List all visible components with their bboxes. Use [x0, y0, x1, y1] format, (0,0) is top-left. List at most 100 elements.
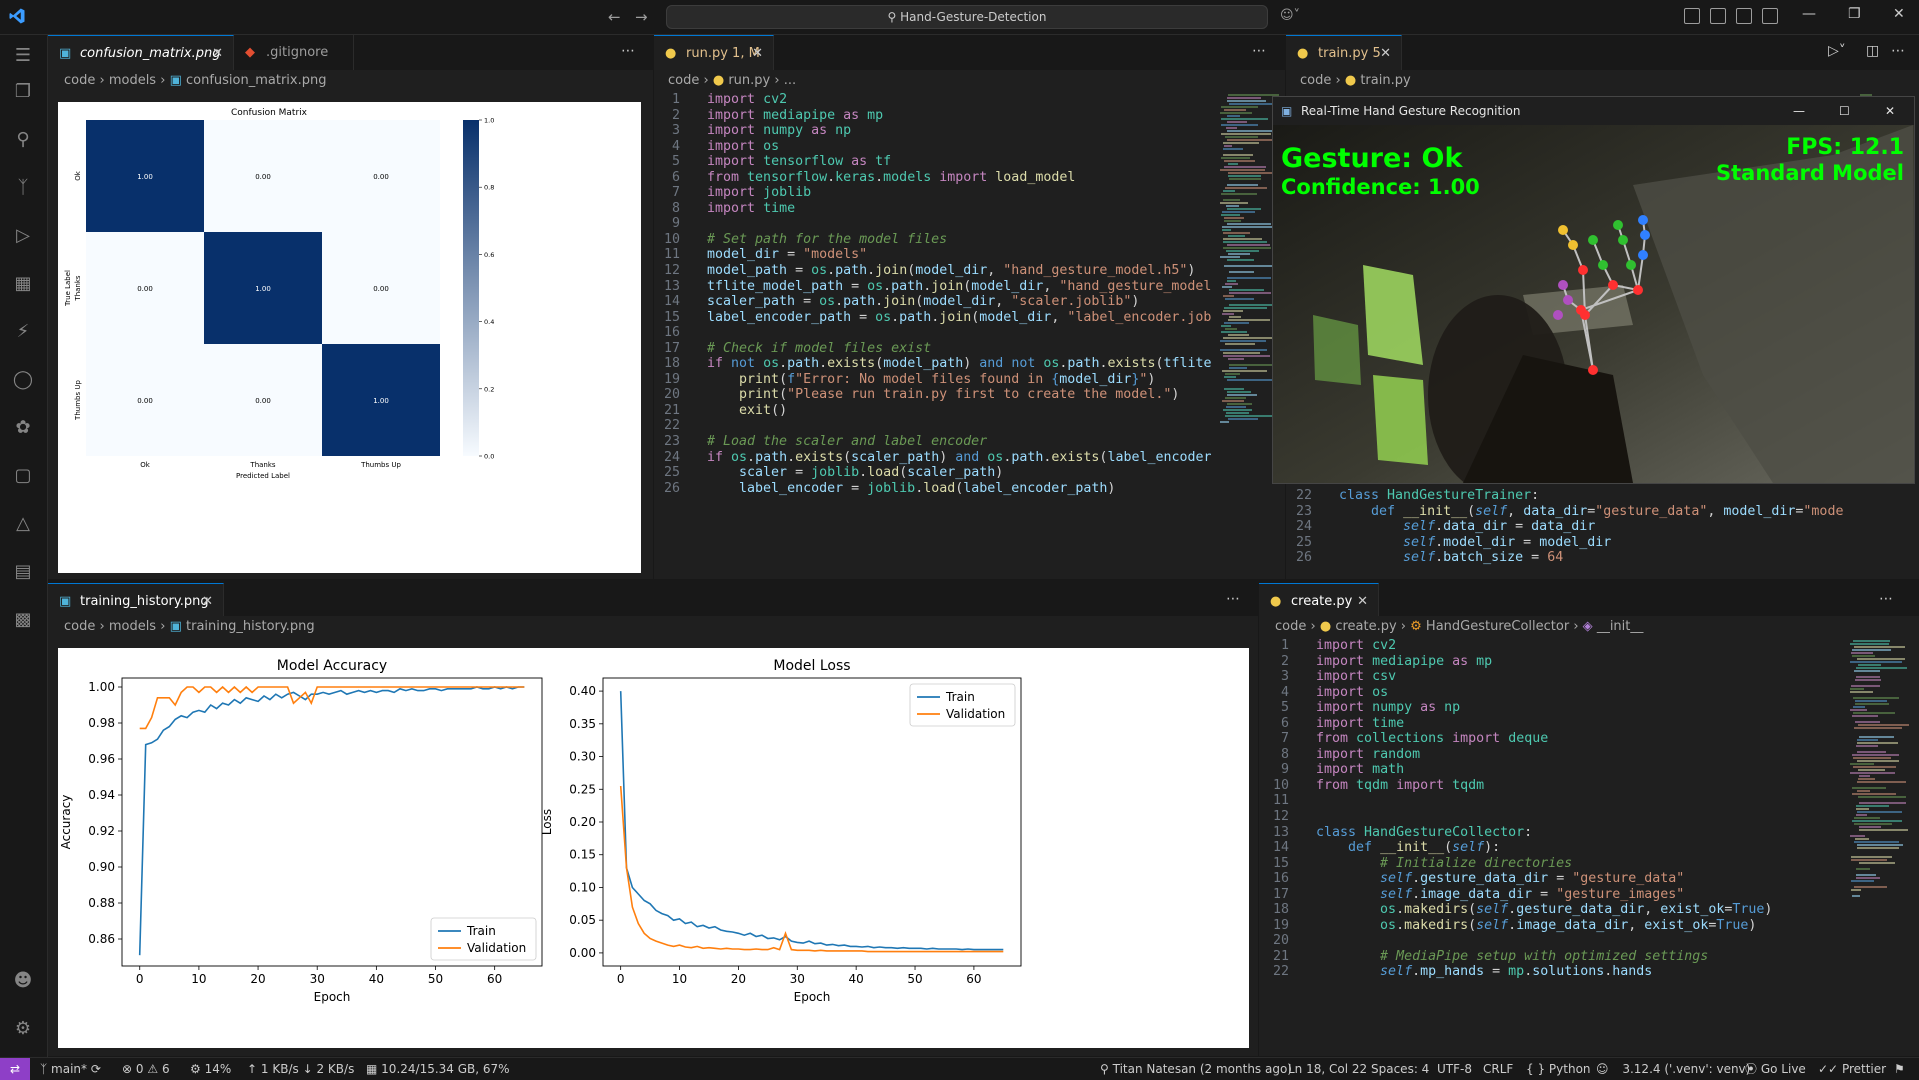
breadcrumb-item[interactable]: __init__ [1597, 619, 1644, 634]
source-control-icon[interactable]: ᛉ [12, 177, 34, 199]
code-line[interactable]: 1 import cv2 [654, 92, 1214, 108]
code-line[interactable]: 16 [654, 325, 1214, 341]
code-line[interactable]: 19 os.makedirs(self.image_data_dir, exis… [1259, 918, 1839, 934]
edge-icon[interactable]: ◯ [12, 369, 34, 391]
code-line[interactable]: 17 # Check if model files exist [654, 341, 1214, 357]
code-line[interactable]: 5 import tensorflow as tf [654, 154, 1214, 170]
close-tab-icon[interactable]: ✕ [752, 36, 763, 71]
breadcrumb-item[interactable]: run.py [728, 73, 770, 88]
close-window-icon[interactable]: ✕ [1885, 97, 1895, 125]
close-tab-icon[interactable]: ✕ [202, 584, 213, 619]
breadcrumb-item[interactable]: confusion_matrix.png [186, 73, 327, 88]
code-line[interactable]: 25 scaler = joblib.load(scaler_path) [654, 465, 1214, 481]
code-line[interactable]: 6 import time [1259, 716, 1839, 732]
tab-run-py[interactable]: ● run.py 1, M ✕ [654, 35, 774, 70]
close-tab-icon[interactable]: ✕ [212, 36, 223, 71]
code-area[interactable]: 1 import cv2 2 import mediapipe as mp 3 impor… [1259, 638, 1839, 1056]
code-line[interactable]: 9 [654, 216, 1214, 232]
split-editor-icon[interactable]: ◫ [1866, 43, 1879, 59]
code-line[interactable]: 5 import numpy as np [1259, 700, 1839, 716]
more-actions-icon[interactable]: ⋯ [1226, 591, 1240, 607]
code-line[interactable]: 14 scaler_path = os.path.join(model_dir, … [654, 294, 1214, 310]
maximize-window-icon[interactable]: ☐ [1839, 97, 1850, 125]
create-editor[interactable]: 1 import cv2 2 import mediapipe as mp 3 impor… [1259, 638, 1919, 1056]
copilot-icon[interactable]: ☺˅ [1280, 8, 1300, 23]
testing-flask-icon[interactable]: △ [12, 513, 34, 535]
breadcrumb-item[interactable]: train.py [1360, 73, 1410, 88]
code-line[interactable]: 13 class HandGestureCollector: [1259, 825, 1839, 841]
cursor-position[interactable]: Ln 18, Col 22 [1288, 1058, 1367, 1080]
restore-window-icon[interactable]: ❐ [1848, 6, 1861, 22]
code-line[interactable]: 15 # Initialize directories [1259, 856, 1839, 872]
problems-status[interactable]: ⊗ 0 ⚠ 6 [122, 1058, 170, 1080]
golive-status[interactable]: ⦿ Go Live [1745, 1058, 1806, 1080]
breadcrumb-item[interactable]: code [1300, 73, 1331, 88]
code-line[interactable]: 18 if not os.path.exists(model_path) and … [654, 356, 1214, 372]
network-status[interactable]: ↑ 1 KB/s ↓ 2 KB/s [247, 1058, 354, 1080]
breadcrumb-item[interactable]: models [109, 619, 156, 634]
code-line[interactable]: 22 [654, 418, 1214, 434]
breadcrumb-item[interactable]: code [668, 73, 699, 88]
interpreter-status[interactable]: ☺ 3.12.4 ('.venv': venv) [1596, 1058, 1750, 1080]
code-line[interactable]: 3 import csv [1259, 669, 1839, 685]
minimize-window-icon[interactable]: — [1793, 97, 1805, 125]
breadcrumb-item[interactable]: models [109, 73, 156, 88]
run-debug-icon[interactable]: ▷ [12, 225, 34, 247]
code-line[interactable]: 24 self.data_dir = data_dir [1286, 519, 1846, 535]
camera-window[interactable]: ▣ Real-Time Hand Gesture Recognition — ☐… [1272, 96, 1915, 484]
code-line[interactable]: 14 def __init__(self): [1259, 840, 1839, 856]
camera-window-title-bar[interactable]: ▣ Real-Time Hand Gesture Recognition — ☐… [1273, 97, 1914, 125]
breadcrumb-item[interactable]: ... [784, 73, 796, 88]
close-tab-icon[interactable]: ✕ [1357, 584, 1368, 619]
code-line[interactable]: 15 label_encoder_path = os.path.join(mode… [654, 310, 1214, 326]
code-area[interactable]: 1 import cv2 2 import mediapipe as mp 3 impor… [654, 92, 1214, 579]
code-line[interactable]: 21 # MediaPipe setup with optimized sett… [1259, 949, 1839, 965]
close-window-icon[interactable]: ✕ [1893, 6, 1905, 22]
close-tab-icon[interactable]: ✕ [1380, 36, 1391, 71]
code-line[interactable]: 10 from tqdm import tqdm [1259, 778, 1839, 794]
code-line[interactable]: 12 model_path = os.path.join(model_dir, "… [654, 263, 1214, 279]
code-line[interactable]: 20 [1259, 933, 1839, 949]
menu-icon[interactable]: ☰ [12, 45, 34, 67]
code-line[interactable]: 7 import joblib [654, 185, 1214, 201]
code-line[interactable]: 23 def __init__(self, data_dir="gesture_… [1286, 504, 1846, 520]
more-actions-icon[interactable]: ⋯ [621, 43, 635, 59]
toggle-panel-icon[interactable] [1736, 8, 1752, 24]
code-area[interactable]: 22 class HandGestureTrainer: 23 def __init… [1286, 488, 1846, 579]
encoding-status[interactable]: UTF-8 [1437, 1058, 1472, 1080]
git-blame-status[interactable]: ⚲ Titan Natesan (2 months ago) [1100, 1058, 1292, 1080]
mongodb-leaf-icon[interactable]: ✿ [12, 417, 34, 439]
more-actions-icon[interactable]: ⋯ [1252, 43, 1266, 59]
extensions-icon[interactable]: ▦ [12, 273, 34, 295]
code-line[interactable]: 21 exit() [654, 403, 1214, 419]
code-line[interactable]: 4 import os [1259, 685, 1839, 701]
code-line[interactable]: 13 tflite_model_path = os.path.join(model… [654, 279, 1214, 295]
code-line[interactable]: 2 import mediapipe as mp [654, 108, 1214, 124]
indentation-status[interactable]: Spaces: 4 [1371, 1058, 1429, 1080]
code-line[interactable]: 26 label_encoder = joblib.load(label_enc… [654, 481, 1214, 497]
code-line[interactable]: 18 os.makedirs(self.gesture_data_dir, ex… [1259, 902, 1839, 918]
remote-indicator-icon[interactable]: ⇄ [0, 1058, 30, 1080]
forward-arrow-icon[interactable]: → [635, 8, 648, 26]
code-line[interactable]: 4 import os [654, 139, 1214, 155]
code-line[interactable]: 26 self.batch_size = 64 [1286, 550, 1846, 566]
code-line[interactable]: 23 # Load the scaler and label encoder [654, 434, 1214, 450]
code-line[interactable]: 19 print(f"Error: No model files found i… [654, 372, 1214, 388]
tab-confusion-matrix[interactable]: ▣ confusion_matrix.png ✕ [48, 35, 234, 70]
cpu-status[interactable]: ⚙ 14% [190, 1058, 231, 1080]
explorer-icon[interactable]: ❐ [12, 81, 34, 103]
breadcrumb-item[interactable]: code [64, 73, 95, 88]
eol-status[interactable]: CRLF [1483, 1058, 1513, 1080]
code-line[interactable]: 11 model_dir = "models" [654, 247, 1214, 263]
run-editor[interactable]: 1 import cv2 2 import mediapipe as mp 3 impor… [654, 92, 1285, 579]
code-line[interactable]: 11 [1259, 793, 1839, 809]
code-line[interactable]: 8 import time [654, 201, 1214, 217]
code-line[interactable]: 2 import mediapipe as mp [1259, 654, 1839, 670]
minimize-window-icon[interactable]: — [1802, 6, 1816, 22]
branch-status[interactable]: ᛉ main* ⟳ [40, 1058, 101, 1080]
breadcrumb-item[interactable]: training_history.png [186, 619, 315, 634]
breadcrumb-item[interactable]: create.py [1335, 619, 1396, 634]
breadcrumb-item[interactable]: HandGestureCollector [1426, 619, 1569, 634]
tab-create-py[interactable]: ● create.py ✕ [1259, 583, 1379, 618]
language-status[interactable]: { } Python [1526, 1058, 1591, 1080]
